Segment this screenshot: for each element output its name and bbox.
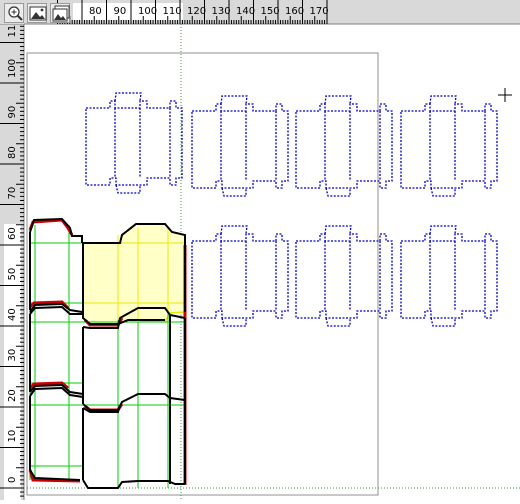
image-view-button[interactable] bbox=[27, 3, 47, 23]
ruler-label: 170 bbox=[310, 6, 329, 17]
ruler-label: 150 bbox=[261, 6, 280, 17]
ruler-label: 40 bbox=[7, 308, 18, 321]
ruler-label: 90 bbox=[7, 106, 18, 119]
ruler-label: 70 bbox=[7, 187, 18, 200]
ruler-label: 120 bbox=[187, 6, 206, 17]
ruler-label: 110 bbox=[163, 6, 182, 17]
ruler-label: 130 bbox=[212, 6, 231, 17]
dieline-canvas[interactable]: 110 100 90 80 70 60 50 40 30 20 10 0 80 90 100 110 120 1… bbox=[0, 0, 520, 500]
ruler-label: 60 bbox=[7, 227, 18, 240]
layout-box[interactable] bbox=[400, 95, 498, 197]
vertical-ruler[interactable]: 1101009080706050403020100 bbox=[0, 18, 25, 500]
picture-icon bbox=[29, 6, 47, 21]
ruler-label: 160 bbox=[285, 6, 304, 17]
image-layers-button[interactable] bbox=[50, 3, 70, 23]
ruler-label: 100 bbox=[7, 59, 18, 78]
ruler-label: 80 bbox=[89, 6, 102, 17]
ruler-label: 50 bbox=[7, 268, 18, 281]
zoom-magnifier-icon bbox=[8, 6, 23, 21]
ruler-label: 10 bbox=[7, 430, 18, 443]
ruler-label: 90 bbox=[114, 6, 127, 17]
ruler-label: 100 bbox=[138, 6, 157, 17]
layout-box[interactable] bbox=[400, 225, 498, 327]
crosshair-cursor-icon bbox=[498, 88, 512, 102]
ruler-label: 20 bbox=[7, 389, 18, 402]
ruler-label: 140 bbox=[236, 6, 255, 17]
zoom-button[interactable] bbox=[4, 3, 24, 23]
ruler-label: 0 bbox=[7, 477, 18, 483]
ruler-label: 80 bbox=[7, 146, 18, 159]
ruler-label: 30 bbox=[7, 349, 18, 362]
horizontal-ruler[interactable]: 80 90 100 110 120 130 140 150 160 170 bbox=[0, 0, 520, 25]
picture-layers-icon bbox=[52, 5, 70, 22]
